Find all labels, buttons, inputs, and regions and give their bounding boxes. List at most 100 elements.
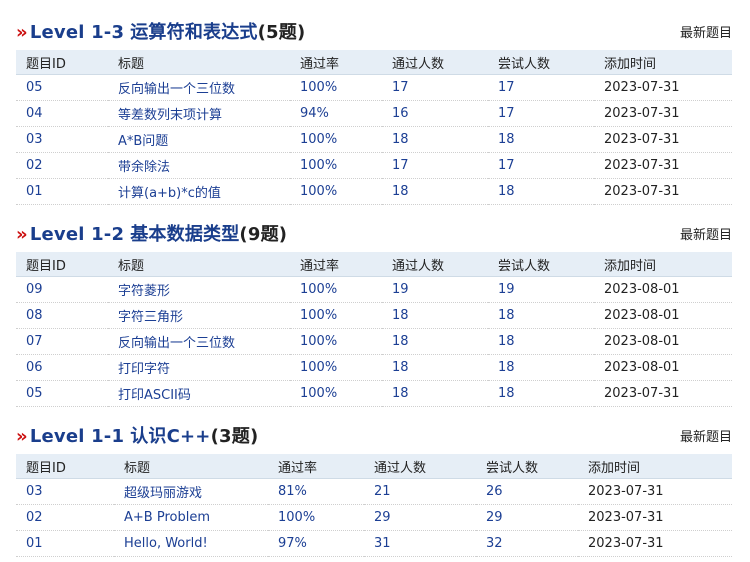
table-header: 题目ID 标题 通过率 通过人数 尝试人数 添加时间 [16, 252, 732, 277]
problem-title-link[interactable]: A+B Problem [114, 504, 268, 531]
problem-id[interactable]: 03 [16, 478, 114, 505]
section-title: » Level 1-3 运算符和表达式(5题) [16, 18, 305, 44]
problem-id[interactable]: 04 [16, 100, 108, 127]
pass-count: 16 [382, 100, 488, 127]
problem-id[interactable]: 03 [16, 126, 108, 153]
pass-rate: 100% [290, 126, 382, 153]
col-header-try[interactable]: 尝试人数 [488, 252, 594, 277]
pass-count: 21 [364, 478, 476, 505]
problem-title-link[interactable]: 字符菱形 [108, 276, 290, 303]
col-header-try[interactable]: 尝试人数 [476, 454, 578, 479]
col-header-pass[interactable]: 通过人数 [382, 50, 488, 75]
pass-rate: 100% [290, 74, 382, 101]
problem-id[interactable]: 05 [16, 380, 108, 407]
problem-title-link[interactable]: 打印字符 [108, 354, 290, 381]
table-row[interactable]: 05 打印ASCII码 100% 18 18 2023-07-31 [16, 380, 732, 407]
latest-problems-link[interactable]: 最新题目 [680, 224, 732, 243]
try-count: 29 [476, 504, 578, 531]
problem-id[interactable]: 02 [16, 152, 108, 179]
section-level: Level 1-2 [29, 224, 125, 245]
table-row[interactable]: 04 等差数列末项计算 94% 16 17 2023-07-31 [16, 100, 732, 127]
table-header: 题目ID 标题 通过率 通过人数 尝试人数 添加时间 [16, 50, 732, 75]
section-count: (9题) [239, 224, 288, 245]
problem-section-level-1-1: » Level 1-1 认识C++(3题) 最新题目 题目ID 标题 通过率 通过人… [16, 420, 732, 557]
table-row[interactable]: 06 打印字符 100% 18 18 2023-08-01 [16, 354, 732, 381]
section-name: 运算符和表达式 [130, 22, 258, 43]
col-header-id[interactable]: 题目ID [16, 50, 108, 75]
section-count: (3题) [210, 426, 259, 447]
added-date: 2023-07-31 [578, 478, 732, 505]
problem-id[interactable]: 02 [16, 504, 114, 531]
added-date: 2023-08-01 [594, 276, 732, 303]
table-row[interactable]: 05 反向输出一个三位数 100% 17 17 2023-07-31 [16, 74, 732, 101]
col-header-title[interactable]: 标题 [108, 252, 290, 277]
problem-section-level-1-3: » Level 1-3 运算符和表达式(5题) 最新题目 题目ID 标题 通过率 通… [16, 16, 732, 205]
try-count: 18 [488, 380, 594, 407]
problem-title-link[interactable]: Hello, World! [114, 530, 268, 557]
added-date: 2023-08-01 [594, 302, 732, 329]
try-count: 18 [488, 302, 594, 329]
problem-title-link[interactable]: 等差数列末项计算 [108, 100, 290, 127]
problem-title-link[interactable]: 带余除法 [108, 152, 290, 179]
problem-title-link[interactable]: A*B问题 [108, 126, 290, 153]
pass-rate: 97% [268, 530, 364, 557]
problem-title-link[interactable]: 计算(a+b)*c的值 [108, 178, 290, 205]
section-header: » Level 1-2 基本数据类型(9题) 最新题目 [16, 218, 732, 246]
table-row[interactable]: 02 带余除法 100% 17 17 2023-07-31 [16, 152, 732, 179]
section-title: » Level 1-1 认识C++(3题) [16, 422, 258, 448]
table-row[interactable]: 03 超级玛丽游戏 81% 21 26 2023-07-31 [16, 478, 732, 505]
table-row[interactable]: 09 字符菱形 100% 19 19 2023-08-01 [16, 276, 732, 303]
problem-title-link[interactable]: 反向输出一个三位数 [108, 328, 290, 355]
added-date: 2023-07-31 [578, 504, 732, 531]
double-chevron-right-icon: » [16, 426, 28, 447]
col-header-id[interactable]: 题目ID [16, 454, 114, 479]
col-header-pass[interactable]: 通过人数 [382, 252, 488, 277]
try-count: 17 [488, 74, 594, 101]
col-header-date[interactable]: 添加时间 [594, 50, 732, 75]
problem-id[interactable]: 05 [16, 74, 108, 101]
col-header-pass[interactable]: 通过人数 [364, 454, 476, 479]
pass-rate: 100% [268, 504, 364, 531]
section-name: 基本数据类型 [130, 224, 240, 245]
col-header-title[interactable]: 标题 [108, 50, 290, 75]
latest-problems-link[interactable]: 最新题目 [680, 426, 732, 445]
table-row[interactable]: 01 Hello, World! 97% 31 32 2023-07-31 [16, 530, 732, 557]
section-level: Level 1-1 [29, 426, 125, 447]
section-level: Level 1-3 [29, 22, 125, 43]
table-row[interactable]: 01 计算(a+b)*c的值 100% 18 18 2023-07-31 [16, 178, 732, 205]
col-header-date[interactable]: 添加时间 [594, 252, 732, 277]
col-header-date[interactable]: 添加时间 [578, 454, 732, 479]
added-date: 2023-07-31 [594, 74, 732, 101]
col-header-id[interactable]: 题目ID [16, 252, 108, 277]
problem-title-link[interactable]: 打印ASCII码 [108, 380, 290, 407]
table-row[interactable]: 03 A*B问题 100% 18 18 2023-07-31 [16, 126, 732, 153]
problem-title-link[interactable]: 字符三角形 [108, 302, 290, 329]
table-header: 题目ID 标题 通过率 通过人数 尝试人数 添加时间 [16, 454, 732, 479]
problem-id[interactable]: 06 [16, 354, 108, 381]
problem-id[interactable]: 09 [16, 276, 108, 303]
section-name: 认识C++ [130, 426, 211, 447]
try-count: 19 [488, 276, 594, 303]
double-chevron-right-icon: » [16, 22, 28, 43]
try-count: 18 [488, 126, 594, 153]
table-row[interactable]: 08 字符三角形 100% 18 18 2023-08-01 [16, 302, 732, 329]
try-count: 32 [476, 530, 578, 557]
pass-count: 18 [382, 126, 488, 153]
col-header-try[interactable]: 尝试人数 [488, 50, 594, 75]
table-row[interactable]: 07 反向输出一个三位数 100% 18 18 2023-08-01 [16, 328, 732, 355]
problem-title-link[interactable]: 超级玛丽游戏 [114, 478, 268, 505]
added-date: 2023-07-31 [578, 530, 732, 557]
pass-count: 17 [382, 152, 488, 179]
col-header-rate[interactable]: 通过率 [290, 252, 382, 277]
problem-id[interactable]: 01 [16, 178, 108, 205]
table-row[interactable]: 02 A+B Problem 100% 29 29 2023-07-31 [16, 504, 732, 531]
latest-problems-link[interactable]: 最新题目 [680, 22, 732, 41]
problem-title-link[interactable]: 反向输出一个三位数 [108, 74, 290, 101]
problem-id[interactable]: 08 [16, 302, 108, 329]
problem-id[interactable]: 07 [16, 328, 108, 355]
pass-rate: 81% [268, 478, 364, 505]
col-header-rate[interactable]: 通过率 [268, 454, 364, 479]
col-header-rate[interactable]: 通过率 [290, 50, 382, 75]
col-header-title[interactable]: 标题 [114, 454, 268, 479]
problem-id[interactable]: 01 [16, 530, 114, 557]
